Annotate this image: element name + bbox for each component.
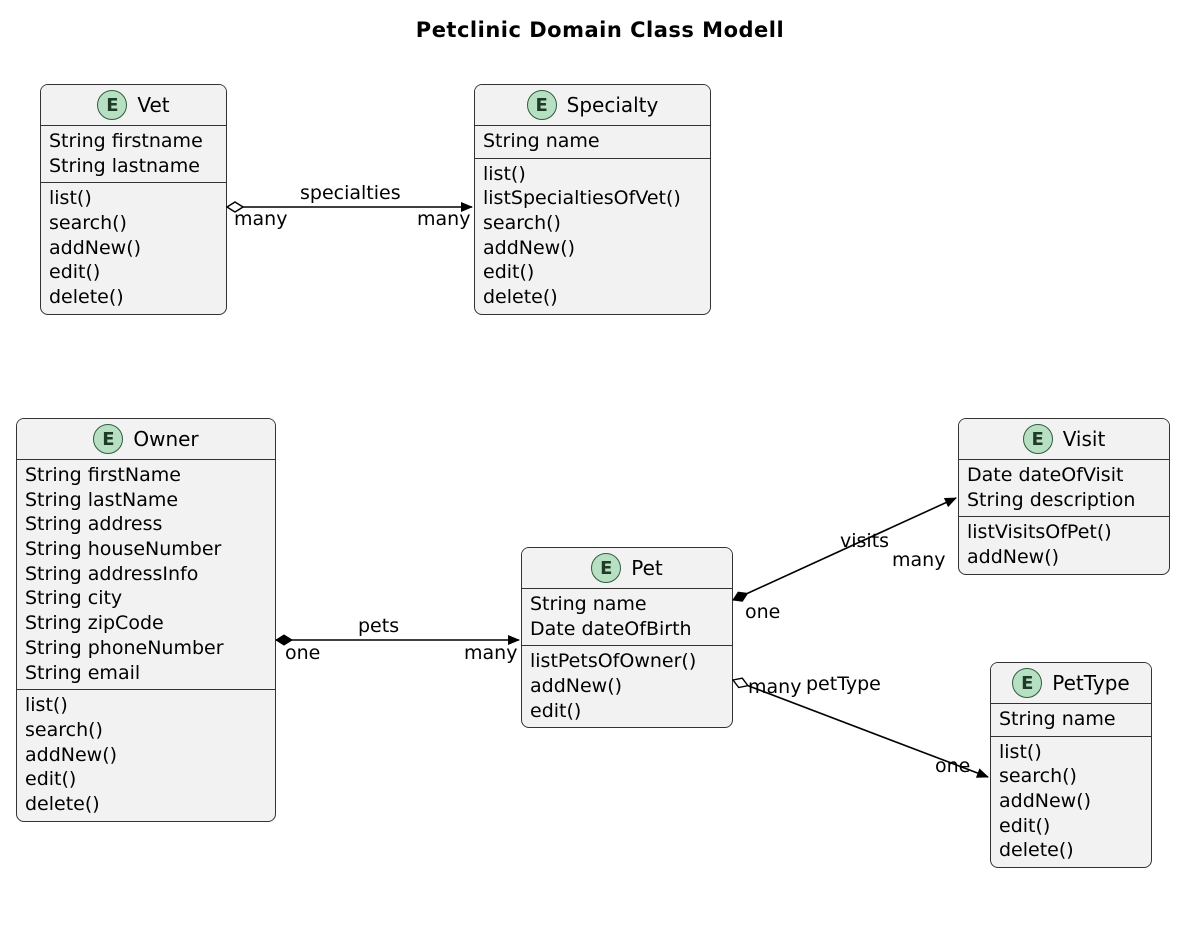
entity-owner-operations: list() search() addNew() edit() delete() xyxy=(17,690,275,820)
rel-label-visits: visits xyxy=(840,530,889,552)
entity-icon: E xyxy=(97,90,127,120)
entity-visit-name: Visit xyxy=(1063,427,1106,451)
entity-pet-attributes: String name Date dateOfBirth xyxy=(522,589,732,646)
entity-pet: E Pet String name Date dateOfBirth listP… xyxy=(521,547,733,728)
rel-mult-pet-side: many xyxy=(464,642,517,664)
rel-mult-pet-pettype-src: many xyxy=(748,676,801,698)
entity-pet-operations: listPetsOfOwner() addNew() edit() xyxy=(522,646,732,727)
entity-icon: E xyxy=(591,553,621,583)
entity-icon: E xyxy=(527,90,557,120)
entity-vet: E Vet String firstname String lastname l… xyxy=(40,84,227,315)
entity-visit: E Visit Date dateOfVisit String descript… xyxy=(958,418,1170,575)
rel-mult-specialty-side: many xyxy=(417,208,470,230)
rel-mult-pet-visit-src: one xyxy=(745,601,780,623)
entity-specialty-attributes: String name xyxy=(475,126,710,159)
entity-icon: E xyxy=(1012,668,1042,698)
entity-pet-header: E Pet xyxy=(522,548,732,589)
entity-pettype-name: PetType xyxy=(1052,671,1129,695)
entity-specialty-header: E Specialty xyxy=(475,85,710,126)
diagram-title: Petclinic Domain Class Modell xyxy=(0,18,1200,42)
entity-pet-name: Pet xyxy=(631,556,663,580)
entity-icon: E xyxy=(1023,424,1053,454)
entity-vet-header: E Vet xyxy=(41,85,226,126)
entity-pettype-attributes: String name xyxy=(991,704,1151,737)
entity-vet-attributes: String firstname String lastname xyxy=(41,126,226,183)
entity-visit-header: E Visit xyxy=(959,419,1169,460)
rel-label-pettype: petType xyxy=(806,673,881,695)
entity-owner-name: Owner xyxy=(133,427,198,451)
entity-owner: E Owner String firstName String lastName… xyxy=(16,418,276,822)
rel-label-pets: pets xyxy=(358,615,399,637)
rel-label-specialties: specialties xyxy=(300,182,401,204)
rel-mult-owner-side: one xyxy=(285,642,320,664)
entity-vet-operations: list() search() addNew() edit() delete() xyxy=(41,183,226,313)
rel-mult-pettype-side: one xyxy=(935,755,970,777)
entity-vet-name: Vet xyxy=(137,93,169,117)
entity-specialty: E Specialty String name list() listSpeci… xyxy=(474,84,711,315)
entity-icon: E xyxy=(93,424,123,454)
entity-specialty-name: Specialty xyxy=(567,93,659,117)
rel-mult-visit-side: many xyxy=(892,549,945,571)
entity-pettype: E PetType String name list() search() ad… xyxy=(990,662,1152,868)
entity-owner-header: E Owner xyxy=(17,419,275,460)
entity-pettype-header: E PetType xyxy=(991,663,1151,704)
entity-owner-attributes: String firstName String lastName String … xyxy=(17,460,275,690)
rel-mult-vet-side: many xyxy=(234,208,287,230)
entity-visit-operations: listVisitsOfPet() addNew() xyxy=(959,517,1169,573)
diagram-canvas: Petclinic Domain Class Modell E Vet Stri… xyxy=(0,0,1200,929)
entity-specialty-operations: list() listSpecialtiesOfVet() search() a… xyxy=(475,159,710,314)
entity-pettype-operations: list() search() addNew() edit() delete() xyxy=(991,737,1151,867)
entity-visit-attributes: Date dateOfVisit String description xyxy=(959,460,1169,517)
